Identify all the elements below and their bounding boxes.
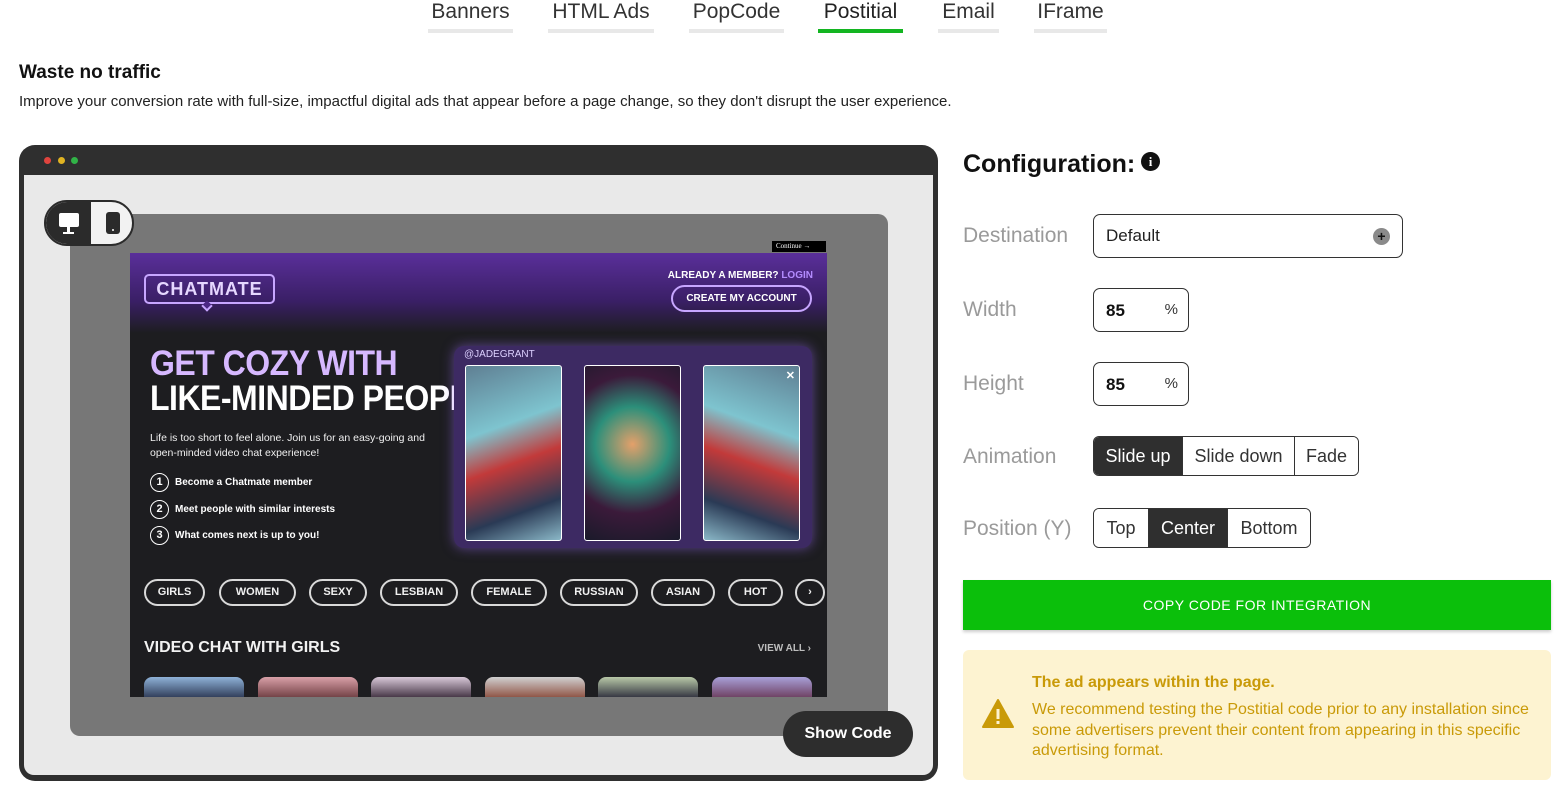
ad-tag-list: GIRLS WOMEN SEXY LESBIAN FEMALE RUSSIAN … <box>144 579 825 607</box>
ad-profile-photo[interactable]: ✕ <box>703 365 800 541</box>
ad-video-thumbnail[interactable] <box>371 677 471 697</box>
height-value: 85 <box>1106 375 1125 394</box>
ad-step: 3 What comes next is up to you! <box>150 526 319 546</box>
ad-logo: CHATMATE <box>144 274 275 304</box>
ad-step-number: 2 <box>150 500 169 519</box>
ad-tags-next-button[interactable]: › <box>795 579 825 606</box>
copy-code-button[interactable]: COPY CODE FOR INTEGRATION <box>963 580 1551 630</box>
ad-login-link[interactable]: LOGIN <box>781 270 813 281</box>
position-option-bottom[interactable]: Bottom <box>1228 509 1310 547</box>
warning-icon <box>982 699 1014 728</box>
position-option-top[interactable]: Top <box>1094 509 1149 547</box>
tab-popcode[interactable]: PopCode <box>689 0 784 33</box>
desktop-icon <box>59 213 79 234</box>
mobile-icon <box>106 212 120 234</box>
window-minimize-dot <box>58 157 65 164</box>
section-description: Improve your conversion rate with full-s… <box>19 93 952 110</box>
ad-description: Life is too short to feel alone. Join us… <box>150 432 425 459</box>
ad-creative[interactable]: Continue → CHATMATE ALREADY A MEMBER? LO… <box>130 241 827 697</box>
animation-option-slide-down[interactable]: Slide down <box>1183 437 1295 475</box>
desktop-view-button[interactable] <box>46 202 91 244</box>
ad-step-number: 3 <box>150 526 169 545</box>
ad-section-title: VIDEO CHAT WITH GIRLS <box>144 639 341 656</box>
ad-step-number: 1 <box>150 473 169 492</box>
window-maximize-dot <box>71 157 78 164</box>
ad-member-text: ALREADY A MEMBER? LOGIN <box>668 270 813 281</box>
position-segmented-control: Top Center Bottom <box>1093 508 1311 548</box>
width-input[interactable]: 85 % <box>1093 288 1189 332</box>
show-code-button[interactable]: Show Code <box>783 711 913 757</box>
ad-video-thumbnail[interactable] <box>144 677 244 697</box>
ad-video-thumbnail[interactable] <box>258 677 358 697</box>
device-toggle <box>44 200 134 246</box>
ad-step-text: Become a Chatmate member <box>175 477 313 488</box>
height-input[interactable]: 85 % <box>1093 362 1189 406</box>
ad-tag[interactable]: ASIAN <box>651 579 715 606</box>
ad-profile-photo[interactable] <box>584 365 681 541</box>
tab-banners[interactable]: Banners <box>428 0 513 33</box>
destination-value: Default <box>1106 226 1160 245</box>
window-close-dot <box>44 157 51 164</box>
ad-profile-gallery: @JADEGRANT ✕ <box>454 346 812 548</box>
chevron-right-icon: › <box>808 586 812 598</box>
section-title: Waste no traffic <box>19 62 161 83</box>
height-unit: % <box>1164 375 1178 392</box>
ad-tag[interactable]: WOMEN <box>219 579 296 606</box>
ad-headline-line2: LIKE-MINDED PEOPLE <box>150 378 490 418</box>
tab-iframe[interactable]: IFrame <box>1034 0 1107 33</box>
ad-tag[interactable]: FEMALE <box>471 579 547 606</box>
ad-view-all-link[interactable]: VIEW ALL › <box>758 643 811 654</box>
animation-label: Animation <box>963 445 1057 468</box>
tab-email[interactable]: Email <box>938 0 999 33</box>
tab-html-ads[interactable]: HTML Ads <box>548 0 654 33</box>
animation-option-slide-up[interactable]: Slide up <box>1094 437 1183 475</box>
ad-tag[interactable]: HOT <box>728 579 783 606</box>
animation-segmented-control: Slide up Slide down Fade <box>1093 436 1359 476</box>
close-icon[interactable]: ✕ <box>786 369 795 382</box>
width-value: 85 <box>1106 301 1125 320</box>
ad-tag[interactable]: GIRLS <box>144 579 205 606</box>
ad-member-label: ALREADY A MEMBER? <box>667 270 779 281</box>
destination-label: Destination <box>963 224 1069 247</box>
ad-profile-handle: @JADEGRANT <box>464 349 535 360</box>
notice-body: We recommend testing the Postitial code … <box>1032 701 1529 759</box>
plus-icon[interactable]: + <box>1373 228 1390 245</box>
ad-tag[interactable]: SEXY <box>309 579 367 606</box>
width-unit: % <box>1164 301 1178 318</box>
notice-title: The ad appears within the page. <box>1032 674 1275 691</box>
ad-create-account-button[interactable]: CREATE MY ACCOUNT <box>671 285 812 312</box>
ad-tag[interactable]: RUSSIAN <box>560 579 638 606</box>
browser-preview: Continue → CHATMATE ALREADY A MEMBER? LO… <box>19 145 938 781</box>
format-tabs: Banners HTML Ads PopCode Postitial Email… <box>0 0 1557 36</box>
ad-video-thumbnail[interactable] <box>712 677 812 697</box>
ad-step: 1 Become a Chatmate member <box>150 473 312 493</box>
ad-step: 2 Meet people with similar interests <box>150 500 335 520</box>
ad-view-all-label: VIEW ALL <box>757 643 805 654</box>
ad-profile-photo[interactable] <box>465 365 562 541</box>
height-label: Height <box>963 372 1024 395</box>
tab-postitial[interactable]: Postitial <box>818 0 903 33</box>
position-option-center[interactable]: Center <box>1149 509 1228 547</box>
warning-notice: The ad appears within the page. We recom… <box>963 650 1551 780</box>
width-label: Width <box>963 298 1017 321</box>
continue-button[interactable]: Continue → <box>772 241 826 252</box>
ad-video-thumbnail[interactable] <box>485 677 585 697</box>
ad-tag[interactable]: LESBIAN <box>380 579 458 606</box>
ad-step-text: Meet people with similar interests <box>175 504 336 515</box>
ad-video-thumbnail[interactable] <box>598 677 698 697</box>
ad-step-text: What comes next is up to you! <box>175 530 320 541</box>
animation-option-fade[interactable]: Fade <box>1295 437 1358 475</box>
info-icon[interactable]: i <box>1141 152 1160 171</box>
chevron-right-icon: › <box>807 643 811 654</box>
configuration-title: Configuration: <box>963 150 1136 178</box>
destination-select[interactable]: Default + <box>1093 214 1403 258</box>
mobile-view-button[interactable] <box>91 202 132 244</box>
position-y-label: Position (Y) <box>963 517 1072 540</box>
